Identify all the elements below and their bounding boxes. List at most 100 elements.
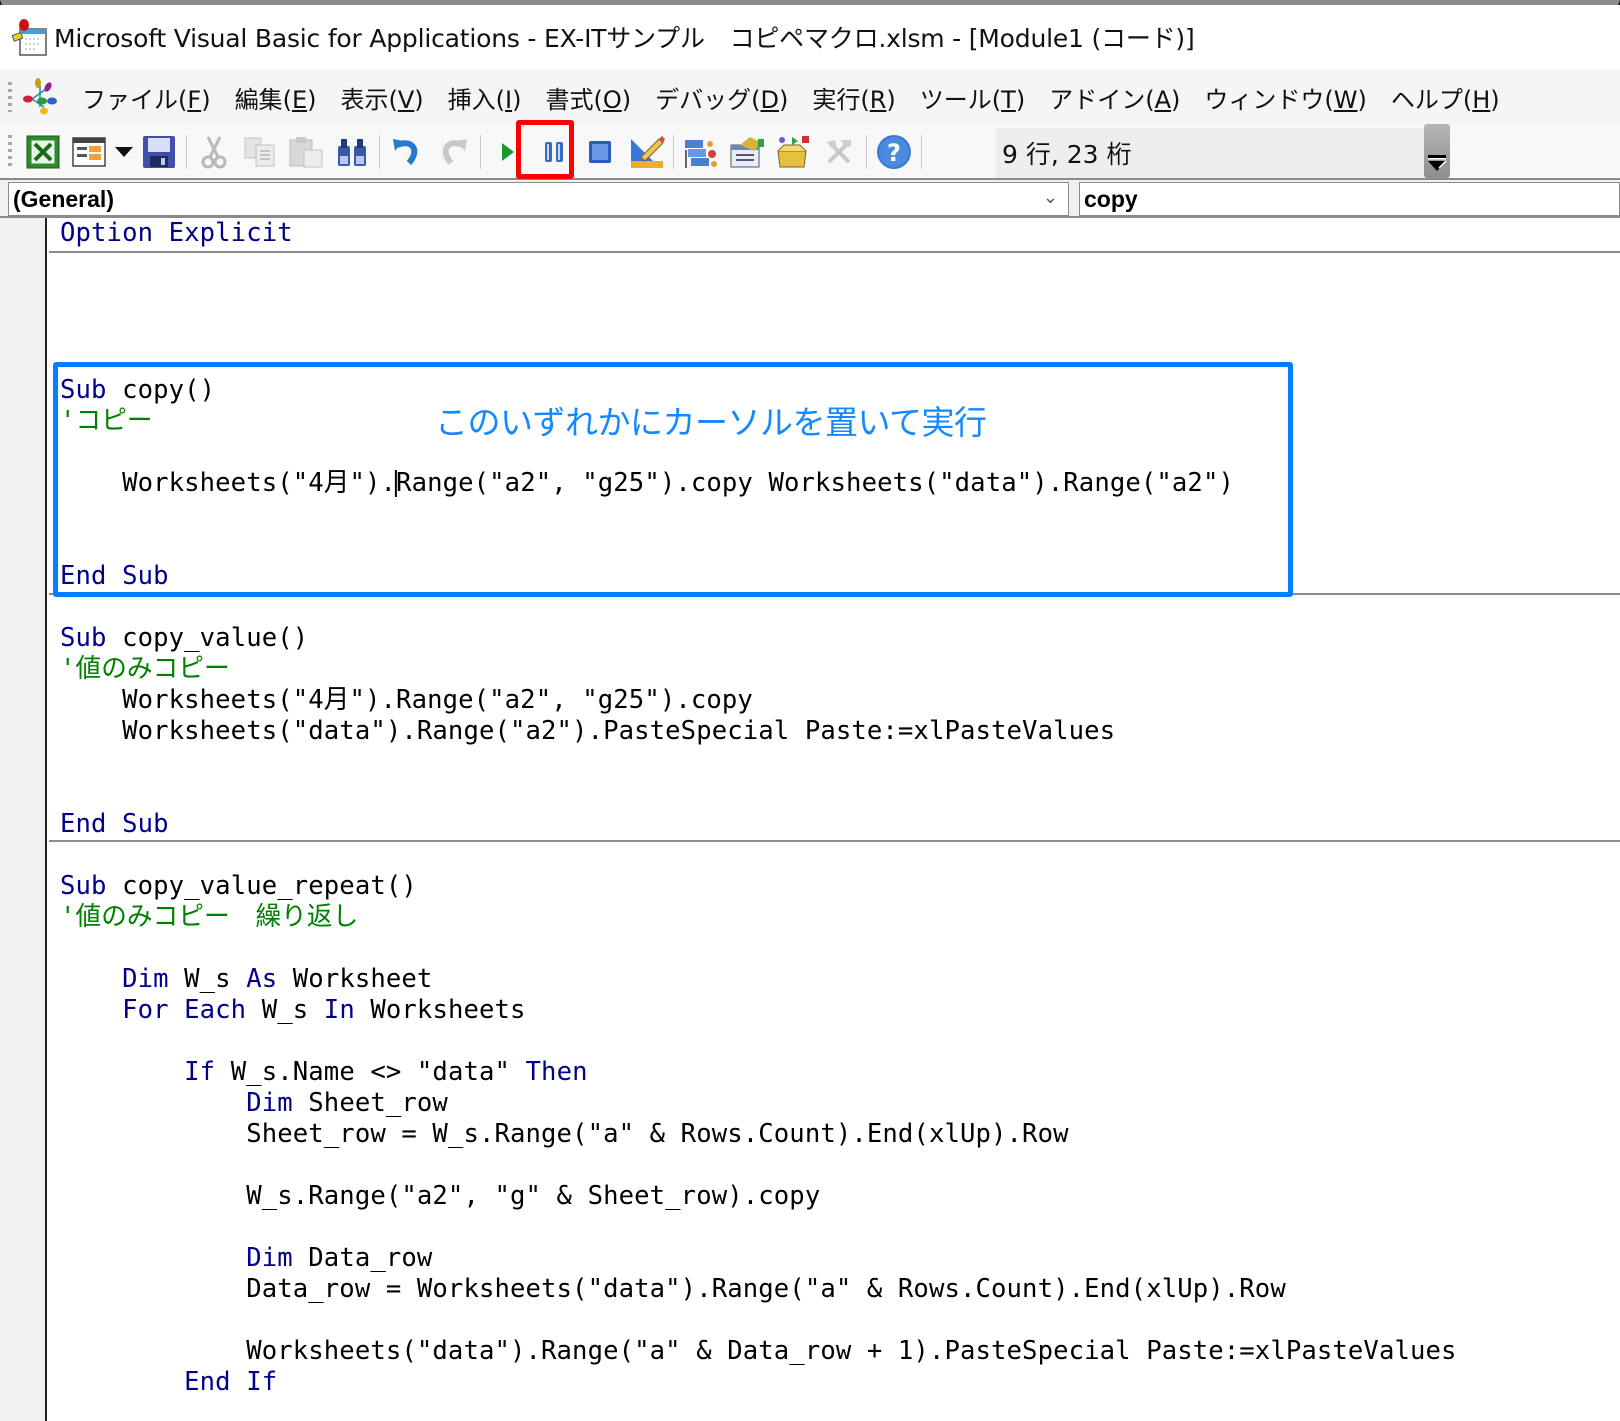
view-excel-button[interactable] [20,130,66,174]
reset-button[interactable] [577,130,623,174]
code-line: Data_row = Worksheets("data").Range("a" … [60,1274,1286,1304]
toolbar-separator [379,134,380,169]
code-line: If W_s.Name <> "data" Then [60,1057,588,1087]
code-window-combos: (General) ⌄ copy [0,180,1620,218]
dropdown-arrow-icon [115,146,133,157]
menu-edit[interactable]: 編集(E) [223,80,329,115]
code-comment: '値のみコピー [60,654,230,684]
procedure-combobox-value: copy [1084,185,1138,212]
toolbar-separator [186,134,187,169]
menu-addins[interactable]: アドイン(A) [1037,80,1192,115]
code-line: Sub copy() [60,375,216,405]
paste-button[interactable] [283,130,329,174]
undo-button[interactable] [384,130,430,174]
run-sub-button[interactable] [485,130,531,174]
paste-icon [289,136,323,167]
procedure-separator [49,840,1620,842]
annotation-text: このいずれかにカーソルを置いて実行 [435,403,987,442]
menu-debug[interactable]: デバッグ(D) [643,80,800,115]
code-line: End Sub [60,809,169,839]
object-browser-icon [777,135,809,167]
menu-insert[interactable]: 挿入(I) [436,80,534,115]
reset-icon [589,140,611,163]
properties-window-button[interactable] [724,130,770,174]
insert-dropdown-button[interactable] [112,130,136,174]
toolbar-separator [673,134,674,169]
object-combobox-value: (General) [13,185,114,212]
code-line: End Sub [60,561,169,591]
procedure-separator [49,593,1620,595]
code-line: Dim Data_row [60,1243,433,1273]
margin-indicator-bar[interactable] [0,218,47,1421]
toolbar-options-icon [1428,155,1447,171]
copy-button[interactable] [237,130,283,174]
find-icon [338,138,366,166]
menu-bar: ファイル(F) 編集(E) 表示(V) 挿入(I) 書式(O) デバッグ(D) … [0,69,1620,125]
insert-userform-button[interactable] [66,130,112,174]
menu-file[interactable]: ファイル(F) [70,80,223,115]
title-bar: Microsoft Visual Basic for Applications … [0,5,1620,69]
cut-icon [201,135,227,168]
redo-button[interactable] [430,130,476,174]
toolbar-grip[interactable] [8,134,12,169]
run-icon [502,142,514,161]
project-explorer-button[interactable] [678,130,724,174]
menu-run[interactable]: 実行(R) [800,80,907,115]
toolbar-separator [921,134,922,169]
menu-tools[interactable]: ツール(T) [908,80,1037,115]
object-browser-button[interactable] [770,130,816,174]
properties-window-icon [730,136,764,167]
excel-view-icon [26,135,60,168]
code-line: Sheet_row = W_s.Range("a" & Rows.Count).… [60,1119,1069,1149]
object-combobox[interactable]: (General) ⌄ [8,182,1069,216]
insert-userform-icon [72,136,106,167]
menubar-grip[interactable] [8,82,12,112]
code-line: For Each W_s In Worksheets [60,995,526,1025]
code-comment: 'コピー [60,406,153,436]
vba-app-icon [10,17,50,57]
code-line: Worksheets("4月").Range("a2", "g25").copy… [60,468,1234,498]
menu-view[interactable]: 表示(V) [328,80,435,115]
code-line: Worksheets("4月").Range("a2", "g25").copy [60,685,753,715]
copy-icon [244,137,275,166]
break-icon [545,141,563,162]
find-button[interactable] [329,130,375,174]
toolbox-icon [827,139,851,163]
menu-window[interactable]: ウィンドウ(W) [1192,80,1378,115]
code-line: Dim W_s As Worksheet [60,964,433,994]
code-comment: '値のみコピー 繰り返し [60,902,359,932]
cursor-position-text: 9 行, 23 桁 [1002,140,1132,169]
procedure-combobox[interactable]: copy [1079,182,1620,216]
chevron-down-icon[interactable]: ⌄ [1043,187,1058,208]
menu-help[interactable]: ヘルプ(H) [1379,80,1512,115]
save-icon [143,135,175,168]
cursor-position-readout: 9 行, 23 桁 [996,128,1424,178]
window-title: Microsoft Visual Basic for Applications … [54,24,1195,53]
toolbox-button[interactable] [816,130,862,174]
break-button[interactable] [531,130,577,174]
cut-button[interactable] [191,130,237,174]
help-icon: ? [877,134,911,169]
project-explorer-icon [685,139,717,168]
vba-project-icon [20,77,60,117]
toolbar-separator [480,134,481,169]
save-button[interactable] [136,130,182,174]
code-line: Sub copy_value() [60,623,309,653]
code-line: Option Explicit [60,218,293,248]
toolbar-separator [866,134,867,169]
code-line: Worksheets("data").Range("a" & Data_row … [60,1336,1457,1366]
code-line: End If [60,1367,278,1397]
help-button[interactable]: ? [871,130,917,174]
procedure-separator [49,251,1620,253]
code-line: Dim Sheet_row [60,1088,448,1118]
code-line: Sub copy_value_repeat() [60,871,417,901]
toolbar-options-button[interactable] [1424,124,1450,178]
redo-icon [442,138,467,165]
menu-format[interactable]: 書式(O) [533,80,643,115]
svg-text:?: ? [887,139,901,167]
design-mode-button[interactable] [623,130,669,174]
code-line: W_s.Range("a2", "g" & Sheet_row).copy [60,1181,821,1211]
design-mode-icon [631,135,665,168]
undo-icon [393,138,418,165]
code-line: Worksheets("data").Range("a2").PasteSpec… [60,716,1116,746]
